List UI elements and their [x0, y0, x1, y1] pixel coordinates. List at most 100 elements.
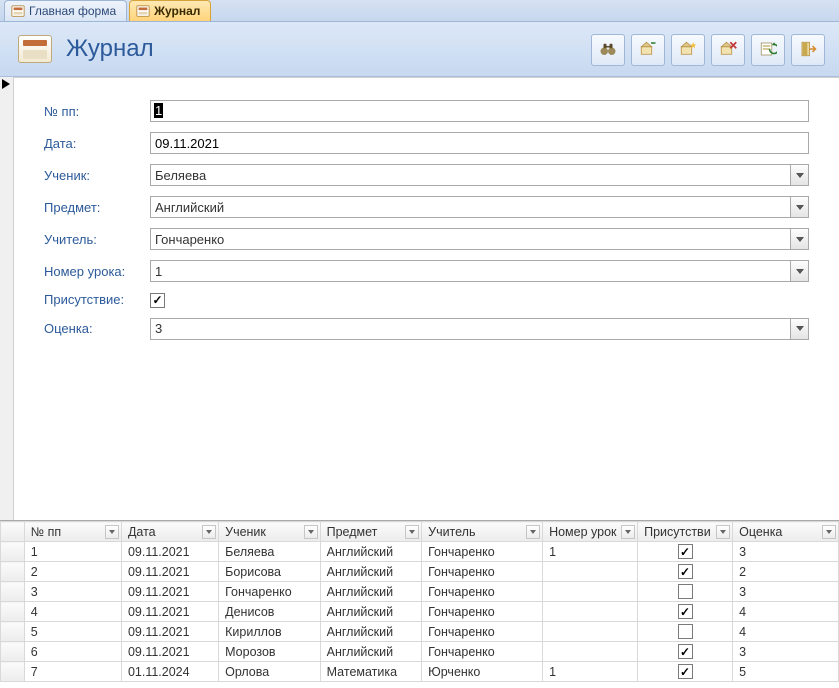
delete-record-button[interactable] — [711, 34, 745, 66]
cell-student[interactable]: Борисова — [219, 562, 321, 582]
find-button[interactable] — [591, 34, 625, 66]
cell-npp[interactable]: 4 — [24, 602, 121, 622]
cell-teacher[interactable]: Гончаренко — [422, 582, 543, 602]
cell-subject[interactable]: Английский — [320, 622, 422, 642]
cell-lesson[interactable] — [543, 562, 638, 582]
row-selector[interactable] — [1, 542, 25, 562]
presence-checkbox[interactable] — [678, 564, 693, 579]
cell-presence[interactable] — [638, 602, 733, 622]
cell-teacher[interactable]: Гончаренко — [422, 622, 543, 642]
chevron-down-icon[interactable] — [526, 525, 540, 539]
chevron-down-icon[interactable] — [405, 525, 419, 539]
row-selector[interactable] — [1, 662, 25, 682]
table-row[interactable]: 509.11.2021КирилловАнглийскийГончаренко 4 — [1, 622, 839, 642]
row-selector[interactable] — [1, 602, 25, 622]
chevron-down-icon[interactable] — [105, 525, 119, 539]
cell-presence[interactable] — [638, 582, 733, 602]
cell-student[interactable]: Гончаренко — [219, 582, 321, 602]
cell-teacher[interactable]: Юрченко — [422, 662, 543, 682]
presence-checkbox[interactable] — [678, 604, 693, 619]
col-npp[interactable]: № пп — [24, 522, 121, 542]
row-selector[interactable] — [1, 582, 25, 602]
chevron-down-icon[interactable] — [621, 525, 635, 539]
chevron-down-icon[interactable] — [790, 229, 808, 249]
row-selector[interactable] — [1, 622, 25, 642]
col-date[interactable]: Дата — [121, 522, 218, 542]
cell-presence[interactable] — [638, 642, 733, 662]
chevron-down-icon[interactable] — [202, 525, 216, 539]
cell-npp[interactable]: 2 — [24, 562, 121, 582]
col-grade[interactable]: Оценка — [733, 522, 839, 542]
lesson-combo[interactable]: 1 — [150, 260, 809, 282]
table-row[interactable]: 409.11.2021ДенисовАнглийскийГончаренко4 — [1, 602, 839, 622]
cell-npp[interactable]: 6 — [24, 642, 121, 662]
cell-lesson[interactable] — [543, 602, 638, 622]
cell-student[interactable]: Кириллов — [219, 622, 321, 642]
cell-presence[interactable] — [638, 622, 733, 642]
cell-subject[interactable]: Математика — [320, 662, 422, 682]
col-teacher[interactable]: Учитель — [422, 522, 543, 542]
presence-checkbox[interactable] — [150, 293, 165, 308]
table-row[interactable]: 209.11.2021БорисоваАнглийскийГончаренко2 — [1, 562, 839, 582]
col-presence[interactable]: Присутстви — [638, 522, 733, 542]
cell-date[interactable]: 09.11.2021 — [121, 602, 218, 622]
presence-checkbox[interactable] — [678, 664, 693, 679]
chevron-down-icon[interactable] — [790, 197, 808, 217]
cell-grade[interactable]: 3 — [733, 582, 839, 602]
cell-lesson[interactable] — [543, 582, 638, 602]
teacher-combo[interactable]: Гончаренко — [150, 228, 809, 250]
cell-teacher[interactable]: Гончаренко — [422, 642, 543, 662]
table-row[interactable]: 609.11.2021МорозовАнглийскийГончаренко3 — [1, 642, 839, 662]
tab-main-form[interactable]: Главная форма — [4, 0, 127, 21]
save-record-button[interactable] — [671, 34, 705, 66]
cell-teacher[interactable]: Гончаренко — [422, 562, 543, 582]
cell-teacher[interactable]: Гончаренко — [422, 602, 543, 622]
cell-subject[interactable]: Английский — [320, 542, 422, 562]
cell-grade[interactable]: 5 — [733, 662, 839, 682]
date-field[interactable] — [150, 132, 809, 154]
cell-student[interactable]: Беляева — [219, 542, 321, 562]
cell-date[interactable]: 09.11.2021 — [121, 542, 218, 562]
cell-lesson[interactable] — [543, 642, 638, 662]
tab-journal[interactable]: Журнал — [129, 0, 211, 21]
chevron-down-icon[interactable] — [790, 319, 808, 339]
select-all-corner[interactable] — [1, 522, 25, 542]
chevron-down-icon[interactable] — [822, 525, 836, 539]
presence-checkbox[interactable] — [678, 644, 693, 659]
cell-teacher[interactable]: Гончаренко — [422, 542, 543, 562]
table-row[interactable]: 701.11.2024ОрловаМатематикаЮрченко15 — [1, 662, 839, 682]
presence-checkbox[interactable] — [678, 544, 693, 559]
cell-student[interactable]: Морозов — [219, 642, 321, 662]
cell-date[interactable]: 09.11.2021 — [121, 582, 218, 602]
cell-subject[interactable]: Английский — [320, 562, 422, 582]
npp-field[interactable] — [150, 100, 809, 122]
cell-lesson[interactable]: 1 — [543, 662, 638, 682]
cell-presence[interactable] — [638, 662, 733, 682]
cell-date[interactable]: 09.11.2021 — [121, 622, 218, 642]
row-selector[interactable] — [1, 642, 25, 662]
chevron-down-icon[interactable] — [716, 525, 730, 539]
cell-lesson[interactable]: 1 — [543, 542, 638, 562]
cell-grade[interactable]: 3 — [733, 542, 839, 562]
cell-subject[interactable]: Английский — [320, 602, 422, 622]
row-selector[interactable] — [1, 562, 25, 582]
presence-checkbox[interactable] — [678, 584, 693, 599]
chevron-down-icon[interactable] — [790, 261, 808, 281]
cell-grade[interactable]: 3 — [733, 642, 839, 662]
table-row[interactable]: 109.11.2021БеляеваАнглийскийГончаренко13 — [1, 542, 839, 562]
new-record-button[interactable] — [631, 34, 665, 66]
cell-student[interactable]: Орлова — [219, 662, 321, 682]
col-lesson[interactable]: Номер урок — [543, 522, 638, 542]
col-student[interactable]: Ученик — [219, 522, 321, 542]
col-subject[interactable]: Предмет — [320, 522, 422, 542]
cell-npp[interactable]: 5 — [24, 622, 121, 642]
close-button[interactable] — [791, 34, 825, 66]
subject-combo[interactable]: Английский — [150, 196, 809, 218]
cell-lesson[interactable] — [543, 622, 638, 642]
cell-grade[interactable]: 4 — [733, 622, 839, 642]
student-combo[interactable]: Беляева — [150, 164, 809, 186]
cell-presence[interactable] — [638, 542, 733, 562]
table-row[interactable]: 309.11.2021ГончаренкоАнглийскийГончаренк… — [1, 582, 839, 602]
presence-checkbox[interactable] — [678, 624, 693, 639]
cell-grade[interactable]: 2 — [733, 562, 839, 582]
